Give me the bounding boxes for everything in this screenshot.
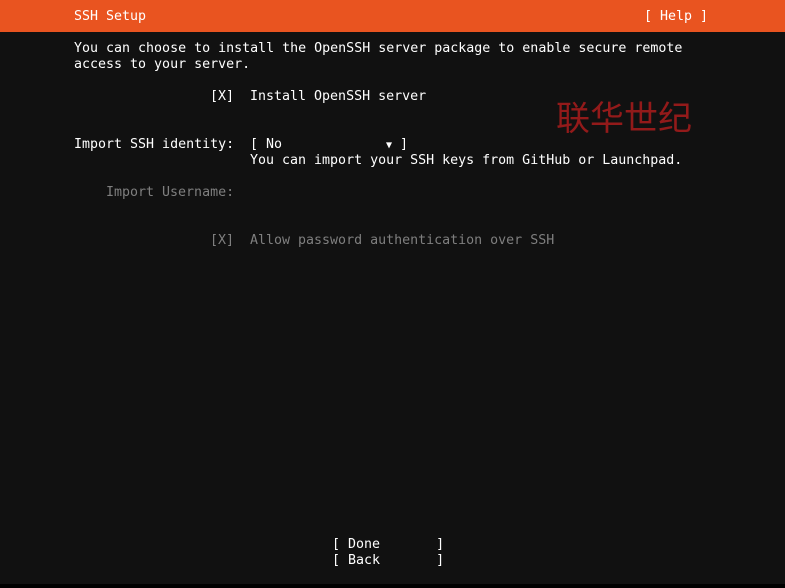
install-openssh-label[interactable]: Install OpenSSH server: [250, 89, 426, 105]
allow-password-label: Allow password authentication over SSH: [250, 233, 555, 248]
back-button[interactable]: [ Back ]: [332, 553, 444, 569]
watermark-logo: 联华世纪: [556, 99, 692, 139]
chevron-down-icon: ▼: [386, 140, 393, 151]
import-username-input: [250, 185, 550, 201]
allow-password-checkbox: [X]: [210, 233, 235, 248]
import-ssh-identity-select[interactable]: [ No ▼ ]: [250, 137, 410, 153]
import-ssh-identity-help: You can import your SSH keys from GitHub…: [250, 153, 683, 168]
intro-text-line-1: You can choose to install the OpenSSH se…: [74, 41, 683, 56]
footer-bar: [0, 584, 785, 588]
select-close-bracket: ]: [400, 137, 409, 152]
intro-text-line-2: access to your server.: [74, 57, 251, 72]
import-username-label: Import Username:: [106, 185, 235, 200]
import-ssh-identity-label: Import SSH identity:: [74, 137, 235, 152]
select-value: [ No: [250, 137, 283, 152]
help-button[interactable]: [ Help ]: [644, 9, 708, 25]
done-button[interactable]: [ Done ]: [332, 537, 444, 553]
page-title: SSH Setup: [74, 9, 147, 24]
install-openssh-checkbox[interactable]: [X]: [210, 89, 234, 105]
